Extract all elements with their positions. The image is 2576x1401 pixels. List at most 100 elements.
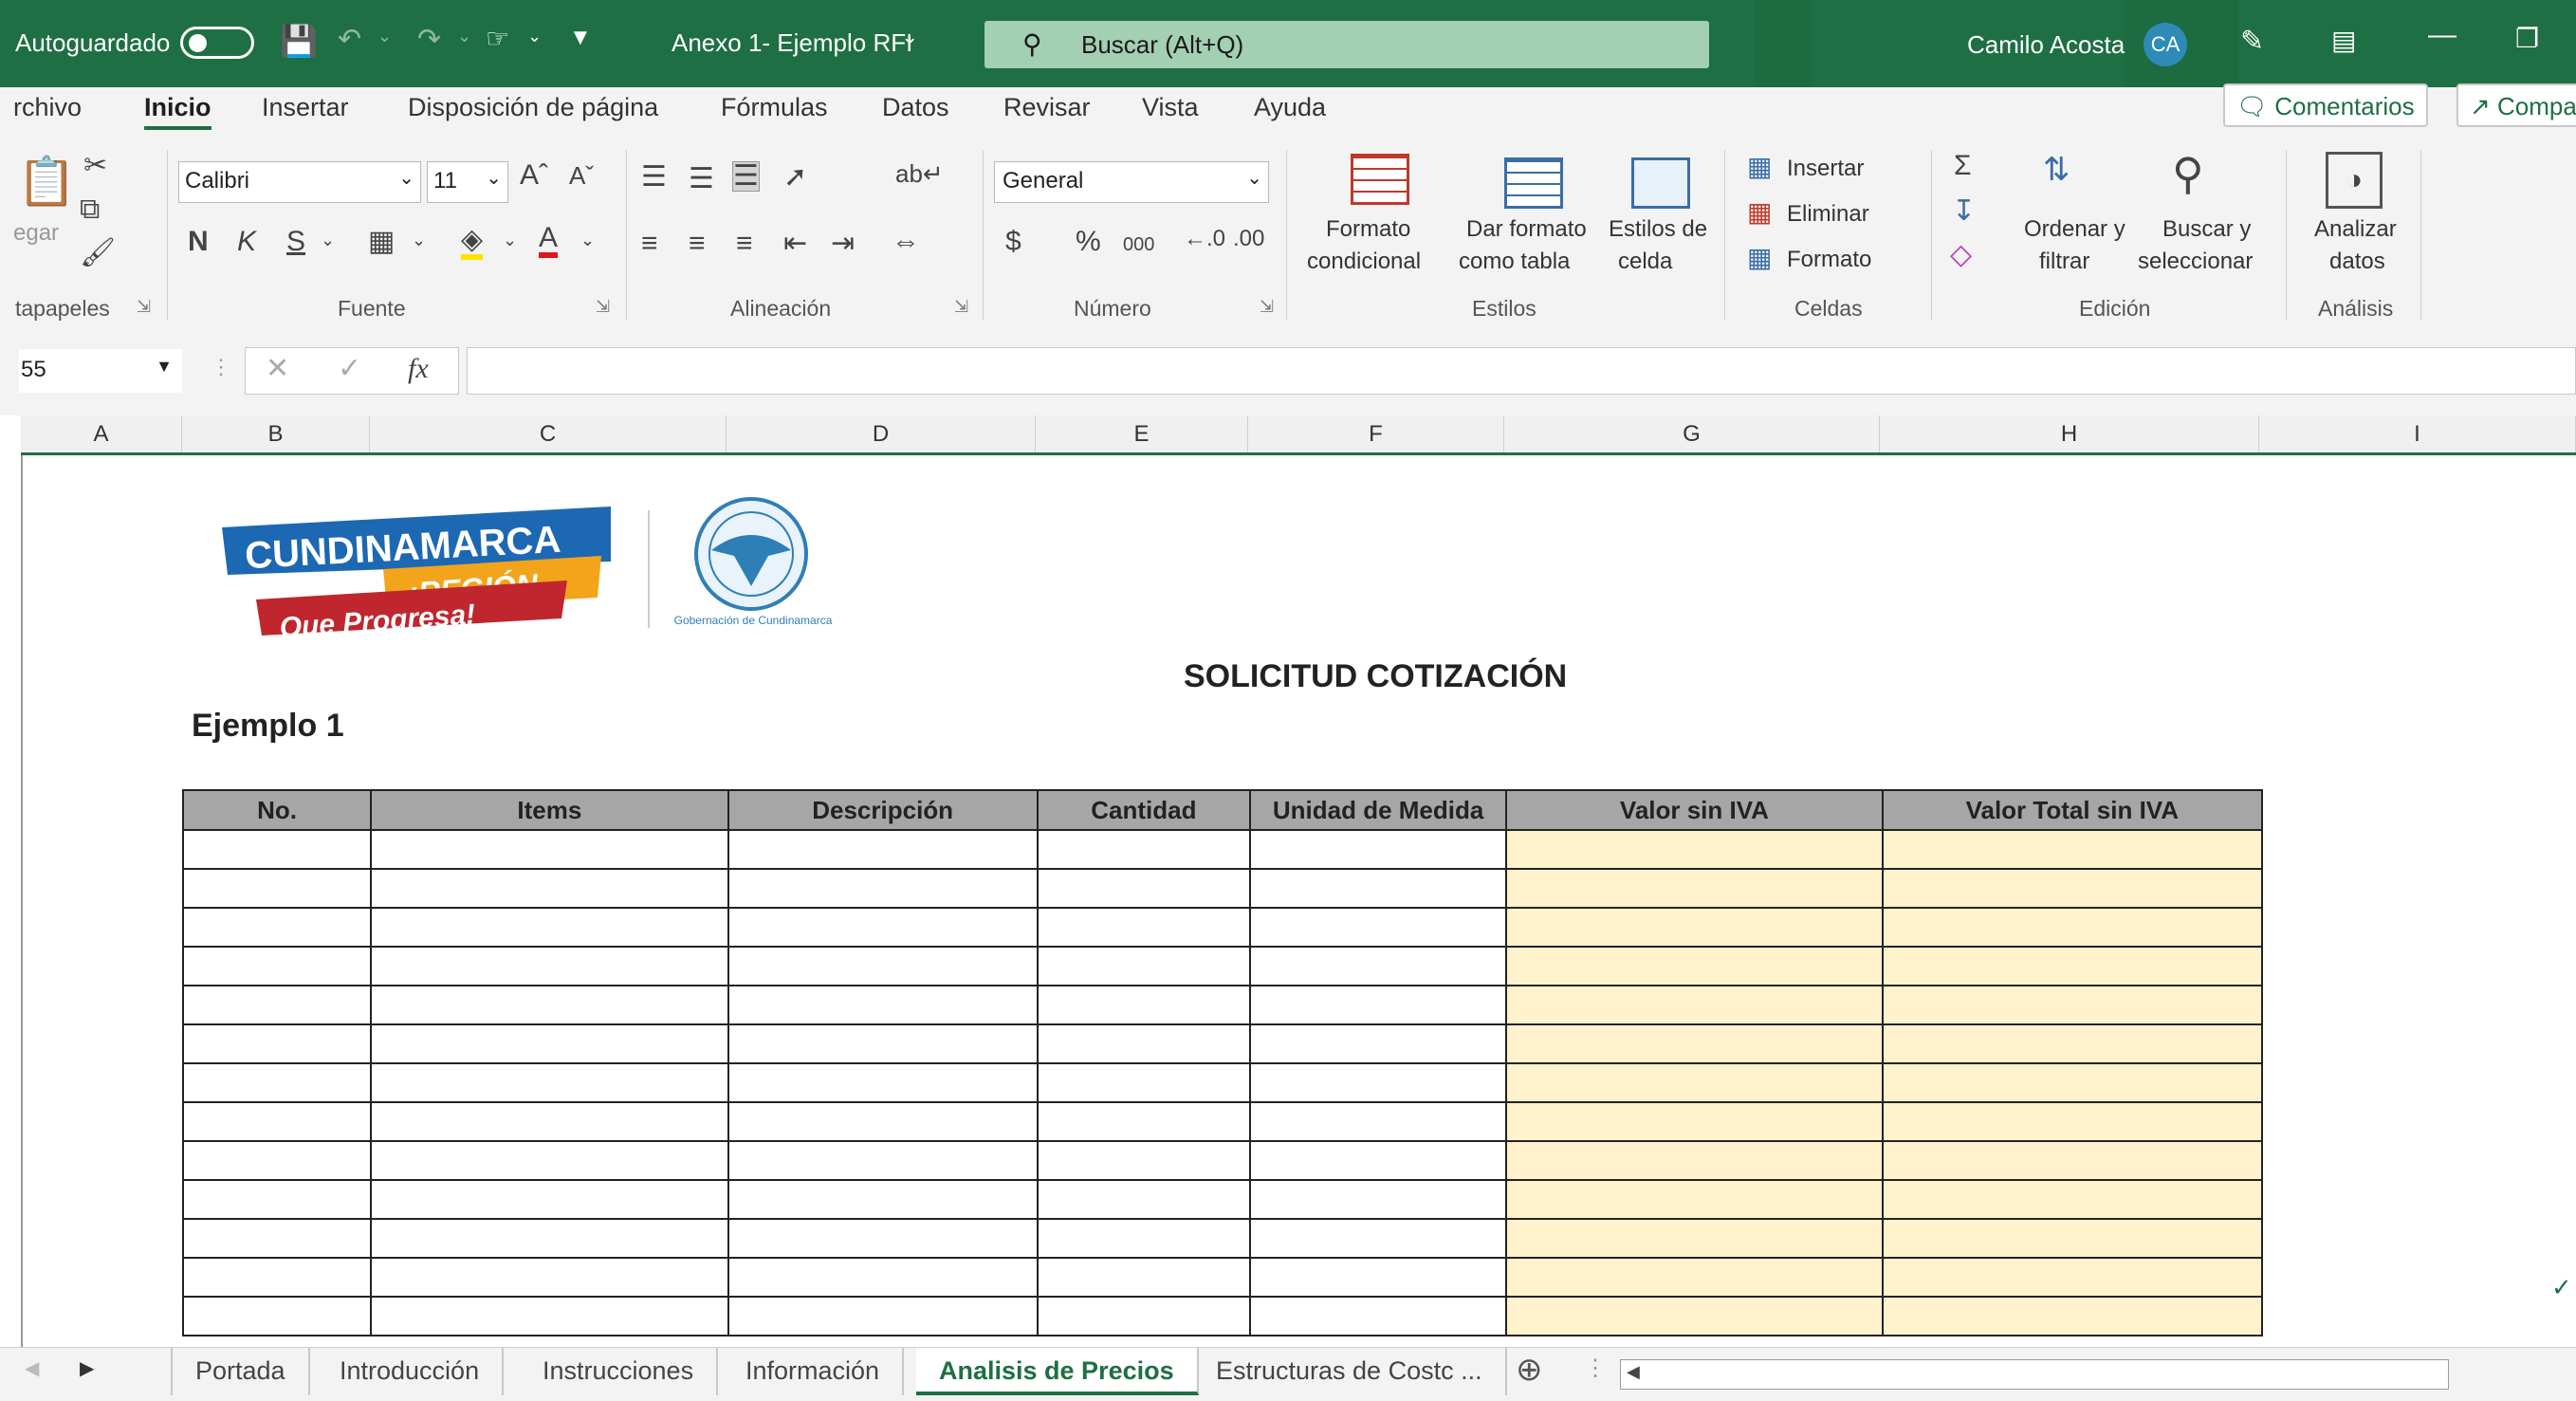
table-cell[interactable] [370, 1101, 729, 1142]
file-name[interactable]: Anexo 1- Ejemplo RFI [672, 28, 912, 58]
analyze-data-label-2[interactable]: datos [2329, 249, 2385, 275]
align-right-icon[interactable]: ≡ [736, 230, 753, 258]
cut-icon[interactable]: ✂ [83, 152, 107, 180]
table-cell[interactable] [181, 1023, 373, 1064]
clipboard-launcher-icon[interactable]: ⇲ [137, 298, 151, 315]
user-name[interactable]: Camilo Acosta [1967, 30, 2125, 60]
table-cell[interactable] [1505, 1101, 1884, 1142]
conditional-format-label-1[interactable]: Formato [1326, 216, 1410, 243]
sheet-grid[interactable]: CUNDINAMARCA ¡REGIÓN Que Progresa! Gober… [21, 455, 2576, 1347]
font-launcher-icon[interactable]: ⇲ [596, 298, 610, 315]
header-unidad[interactable]: Unidad de Medida [1248, 789, 1508, 831]
enter-icon[interactable]: ✓ [338, 355, 361, 383]
header-valor-total[interactable]: Valor Total sin IVA [1881, 789, 2264, 831]
table-cell[interactable] [181, 946, 373, 986]
column-header-f[interactable]: F [1248, 415, 1504, 452]
number-format-select[interactable]: General ⌄ [994, 161, 1269, 203]
table-cell[interactable] [1036, 1179, 1252, 1220]
number-launcher-icon[interactable]: ⇲ [1260, 298, 1274, 315]
autosum-icon[interactable]: Σ [1954, 152, 1972, 180]
table-cell[interactable] [181, 1257, 373, 1298]
format-as-table-label-2[interactable]: como tabla [1459, 249, 1570, 275]
find-select-icon[interactable]: ⚲ [2172, 152, 2204, 195]
table-cell[interactable] [1505, 985, 1884, 1025]
table-cell[interactable] [370, 829, 729, 870]
table-cell[interactable] [1248, 829, 1508, 870]
delete-cells-label[interactable]: Eliminar [1787, 201, 1869, 228]
table-cell[interactable] [727, 829, 1039, 870]
column-header-d[interactable]: D [727, 415, 1036, 452]
redo-icon[interactable]: ↷ [417, 23, 441, 56]
table-cell[interactable] [1036, 1257, 1252, 1298]
table-cell[interactable] [1248, 985, 1508, 1025]
table-cell[interactable] [1505, 1062, 1884, 1103]
orientation-icon[interactable]: ➚ [783, 163, 807, 192]
table-cell[interactable] [727, 868, 1039, 909]
cell-styles-label-1[interactable]: Estilos de [1609, 216, 1707, 243]
restore-icon[interactable]: ❐ [2515, 23, 2539, 54]
insert-cells-icon[interactable]: ▦ [1747, 154, 1772, 180]
currency-button[interactable]: $ [1005, 228, 1021, 256]
table-cell[interactable] [1505, 1296, 1884, 1336]
table-cell[interactable] [370, 1296, 729, 1336]
fill-dropdown-icon[interactable]: ⌄ [503, 231, 517, 249]
align-middle-icon[interactable]: ☰ [689, 165, 714, 194]
table-cell[interactable] [1248, 1218, 1508, 1259]
table-cell[interactable] [1036, 1296, 1252, 1336]
comments-button[interactable]: 🗨 Comentarios [2223, 83, 2428, 127]
table-cell[interactable] [1036, 1218, 1252, 1259]
column-header-h[interactable]: H [1880, 415, 2259, 452]
insert-cells-label[interactable]: Insertar [1787, 156, 1864, 182]
table-cell[interactable] [1248, 868, 1508, 909]
table-cell[interactable] [1248, 1140, 1508, 1181]
cancel-icon[interactable]: ✕ [266, 355, 289, 383]
table-cell[interactable] [1881, 985, 2264, 1025]
table-cell[interactable] [1881, 829, 2264, 870]
add-sheet-icon[interactable]: ⊕ [1516, 1354, 1543, 1386]
cell-styles-icon[interactable] [1631, 157, 1690, 209]
table-cell[interactable] [1248, 946, 1508, 986]
sheet-tab-analisis-precios[interactable]: Analisis de Precios [916, 1348, 1199, 1395]
tab-datos[interactable]: Datos [882, 93, 949, 122]
conditional-format-icon[interactable] [1351, 154, 1409, 205]
header-items[interactable]: Items [370, 789, 729, 831]
column-header-g[interactable]: G [1504, 415, 1880, 452]
table-cell[interactable] [727, 1218, 1039, 1259]
table-cell[interactable] [370, 1257, 729, 1298]
tab-vista[interactable]: Vista [1142, 93, 1199, 122]
table-cell[interactable] [1248, 1257, 1508, 1298]
table-cell[interactable] [1036, 1062, 1252, 1103]
table-cell[interactable] [370, 1218, 729, 1259]
file-name-chevron-icon[interactable]: ⌄ [901, 25, 918, 49]
table-cell[interactable] [1505, 868, 1884, 909]
table-cell[interactable] [1248, 1296, 1508, 1336]
align-top-icon[interactable]: ☰ [641, 163, 667, 192]
paste-icon[interactable]: 📋 [17, 157, 76, 205]
align-bottom-icon[interactable]: ☰ [732, 161, 760, 192]
table-cell[interactable] [1248, 1023, 1508, 1064]
table-cell[interactable] [370, 868, 729, 909]
copy-icon[interactable]: ⧉ [80, 195, 100, 224]
thousands-button[interactable]: 000 [1123, 235, 1154, 254]
header-no[interactable]: No. [181, 789, 373, 831]
tab-archivo[interactable]: rchivo [13, 93, 82, 122]
undo-dropdown-icon[interactable]: ⌄ [377, 27, 392, 46]
fill-down-icon[interactable]: ↧ [1952, 197, 1976, 226]
table-cell[interactable] [370, 1140, 729, 1181]
table-cell[interactable] [1505, 1179, 1884, 1220]
more-options-icon[interactable]: ⋮ [211, 357, 231, 378]
table-cell[interactable] [1505, 907, 1884, 948]
merge-center-icon[interactable]: ⇔ [892, 228, 920, 256]
sort-filter-icon[interactable]: ⇅ [2043, 154, 2070, 186]
table-cell[interactable] [181, 907, 373, 948]
table-cell[interactable] [1036, 907, 1252, 948]
table-cell[interactable] [181, 868, 373, 909]
borders-icon[interactable]: ▦ [368, 228, 395, 256]
touch-mode-icon[interactable]: ☞ [486, 23, 509, 54]
table-cell[interactable] [1248, 1101, 1508, 1142]
decrease-indent-icon[interactable]: ⇤ [783, 230, 807, 258]
table-cell[interactable] [370, 1062, 729, 1103]
tab-formulas[interactable]: Fórmulas [721, 93, 828, 122]
tab-insertar[interactable]: Insertar [262, 93, 349, 122]
undo-icon[interactable]: ↶ [338, 23, 361, 56]
